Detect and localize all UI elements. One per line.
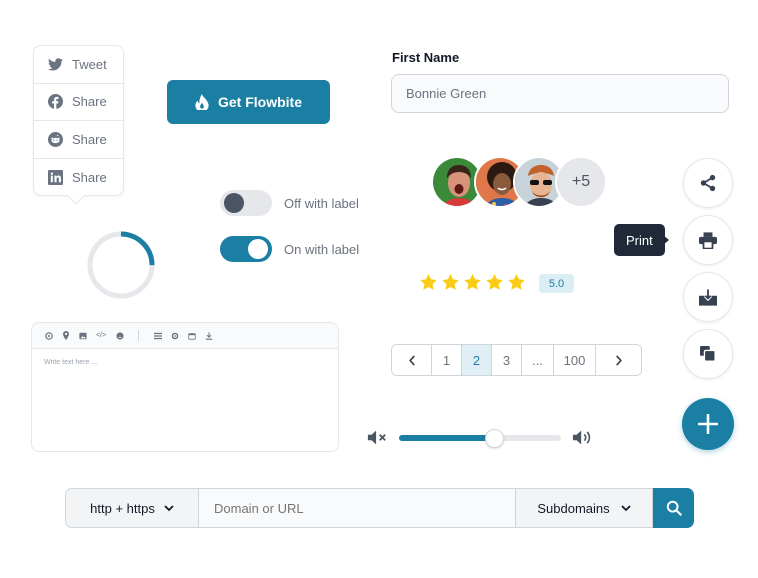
domain-input[interactable] [199, 488, 516, 528]
volume-slider-fill [399, 435, 495, 441]
chevron-left-icon [408, 354, 415, 366]
pagination-ellipsis: ... [522, 345, 554, 375]
share-item-facebook[interactable]: Share [34, 84, 123, 121]
pagination-next-button[interactable] [596, 345, 641, 375]
tooltip-arrow [663, 235, 669, 245]
download-icon[interactable] [204, 331, 213, 340]
printer-icon [699, 231, 717, 249]
map-pin-icon[interactable] [61, 331, 70, 340]
pagination-prev-button[interactable] [392, 345, 432, 375]
protocol-label: http + https [90, 500, 155, 516]
download-button[interactable] [683, 272, 733, 322]
share-item-label: Share [72, 94, 107, 110]
speed-dial-main-button[interactable] [682, 398, 734, 450]
emoji-icon[interactable] [115, 331, 124, 340]
get-flowbite-label: Get Flowbite [218, 94, 302, 110]
share-item-label: Share [72, 131, 107, 147]
toggle-knob [224, 193, 244, 213]
subdomains-dropdown[interactable]: Subdomains [516, 488, 653, 528]
star-rating [420, 274, 525, 290]
share-item-label: Tweet [72, 56, 107, 72]
toggle-off-label: Off with label [284, 196, 359, 211]
gear-icon[interactable] [170, 331, 179, 340]
share-item-label: Share [72, 169, 107, 185]
text-editor: </> Write text here ... [31, 322, 339, 452]
editor-textarea[interactable]: Write text here ... [32, 349, 338, 376]
twitter-icon [47, 56, 63, 72]
paperclip-icon[interactable] [44, 331, 53, 340]
protocol-dropdown[interactable]: http + https [65, 488, 199, 528]
toggle-on-label: On with label [284, 242, 360, 257]
copy-icon [700, 346, 716, 362]
toggle-on[interactable] [220, 236, 272, 262]
image-icon[interactable] [78, 331, 87, 340]
star-icon[interactable] [420, 274, 437, 290]
volume-mute-icon[interactable] [367, 429, 387, 451]
facebook-icon [47, 94, 63, 110]
search-button[interactable] [653, 488, 694, 528]
copy-button[interactable] [683, 329, 733, 379]
volume-slider-thumb[interactable] [485, 429, 505, 448]
search-icon [666, 500, 682, 516]
star-icon[interactable] [508, 274, 525, 290]
chevron-right-icon [615, 354, 622, 366]
subdomains-label: Subdomains [537, 500, 610, 516]
get-flowbite-button[interactable]: Get Flowbite [167, 80, 330, 124]
share-item-twitter[interactable]: Tweet [34, 46, 123, 84]
avatar-more-count[interactable]: +5 [555, 156, 607, 208]
print-button[interactable] [683, 215, 733, 265]
code-icon[interactable]: </> [95, 331, 107, 340]
toggle-off[interactable] [220, 190, 272, 216]
share-item-reddit[interactable]: Share [34, 121, 123, 159]
download-icon [699, 288, 717, 306]
first-name-input[interactable] [391, 74, 729, 113]
share-button[interactable] [683, 158, 733, 208]
chevron-down-icon [164, 504, 174, 511]
calendar-icon[interactable] [187, 331, 196, 340]
toggle-knob [248, 239, 268, 259]
star-icon[interactable] [464, 274, 481, 290]
pagination: 1 2 3 ... 100 [391, 344, 642, 376]
volume-up-icon[interactable] [572, 429, 594, 451]
pagination-page[interactable]: 1 [432, 345, 462, 375]
pagination-page-active[interactable]: 2 [462, 345, 492, 375]
toolbar-divider [138, 330, 139, 341]
chevron-down-icon [621, 504, 631, 511]
reddit-icon [47, 131, 63, 147]
rating-value-badge: 5.0 [539, 274, 574, 293]
star-icon[interactable] [486, 274, 503, 290]
editor-toolbar: </> [32, 323, 338, 349]
first-name-label: First Name [392, 50, 460, 65]
loading-spinner [86, 230, 156, 305]
pagination-page[interactable]: 3 [492, 345, 522, 375]
domain-search-bar: http + https Subdomains [65, 488, 694, 528]
list-icon[interactable] [153, 331, 162, 340]
pagination-page[interactable]: 100 [554, 345, 596, 375]
print-tooltip: Print [614, 224, 665, 256]
plus-icon [698, 414, 718, 434]
star-icon[interactable] [442, 274, 459, 290]
linkedin-icon [47, 169, 63, 185]
share-icon [700, 174, 716, 192]
share-list: Tweet Share Share Share [33, 45, 124, 196]
fire-icon [195, 94, 209, 110]
